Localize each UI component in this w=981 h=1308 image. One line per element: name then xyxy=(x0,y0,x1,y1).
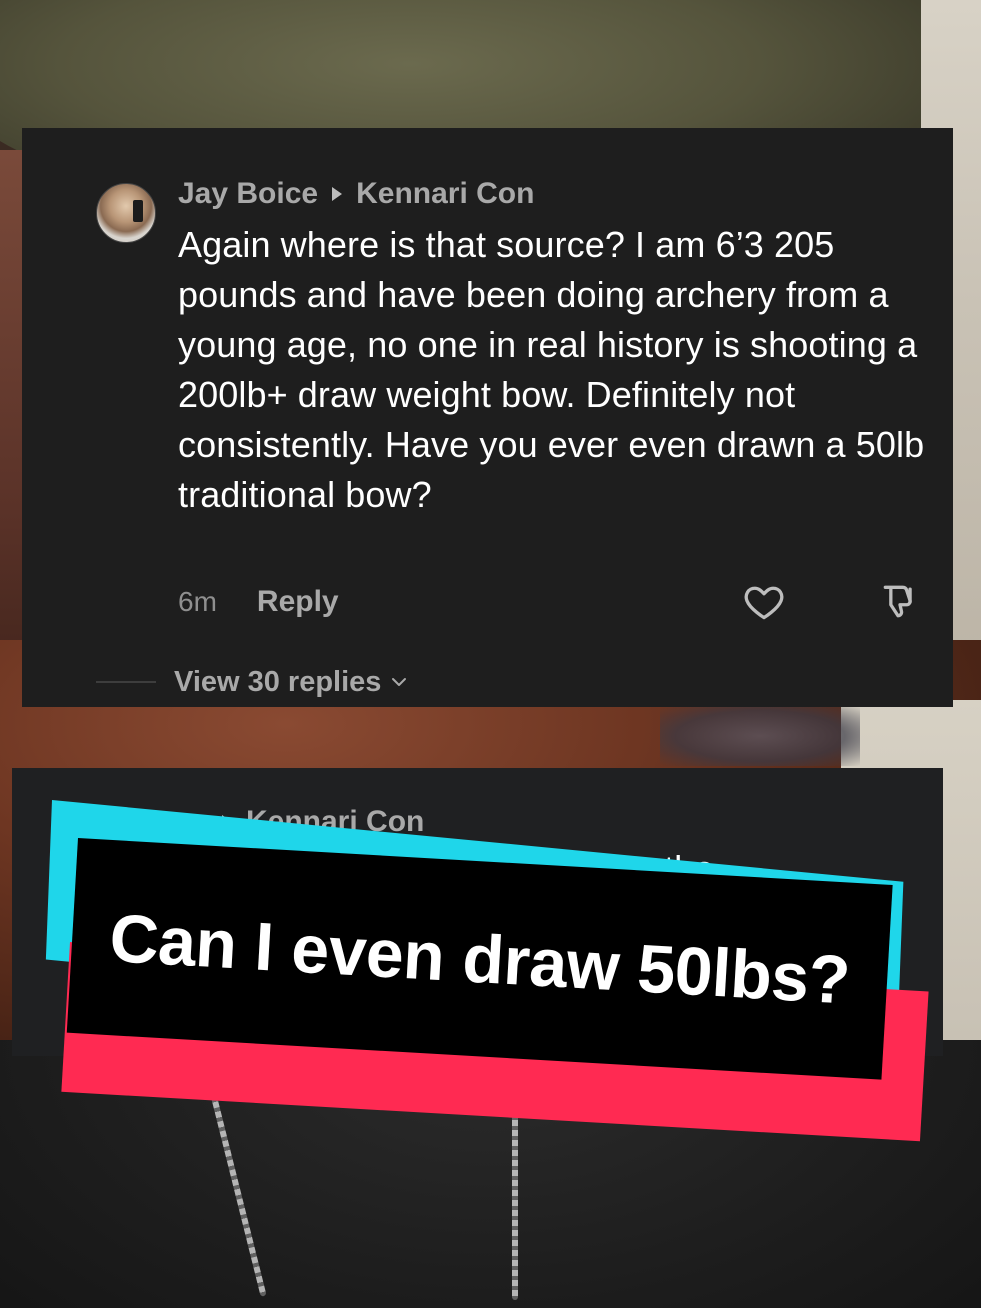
comment-card-secondary: Kennari Con nger on the View xyxy=(12,768,943,1059)
reply-target-name[interactable]: Kennari Con xyxy=(356,177,534,211)
necklace-chain xyxy=(512,1030,518,1300)
thumbs-down-outline-icon[interactable] xyxy=(878,580,922,624)
reply-target-name[interactable]: Kennari Con xyxy=(246,805,424,839)
heart-outline-icon[interactable] xyxy=(742,580,786,624)
reply-arrow-icon xyxy=(222,815,232,829)
view-replies-row[interactable]: View 30 replies xyxy=(96,662,411,702)
comment-age: 6m xyxy=(178,586,217,617)
comment-body-partial: nger on the xyxy=(532,848,715,889)
avatar[interactable] xyxy=(96,183,156,243)
chevron-down-icon xyxy=(392,678,407,686)
view-replies-partial[interactable]: View xyxy=(212,1026,276,1060)
comment-header: Kennari Con xyxy=(222,804,424,840)
comment-card: Jay Boice Kennari Con Again where is tha… xyxy=(22,128,953,707)
reply-button[interactable]: Reply xyxy=(257,585,339,619)
comment-meta: 6m Reply xyxy=(178,580,938,624)
divider xyxy=(96,681,156,683)
reply-arrow-icon xyxy=(332,187,343,201)
author-name[interactable]: Jay Boice xyxy=(178,177,318,211)
comment-header: Jay Boice Kennari Con xyxy=(178,176,534,212)
shirt-shape xyxy=(0,1040,981,1308)
comment-body: Again where is that source? I am 6’3 205… xyxy=(178,224,925,515)
view-replies-button[interactable]: View 30 replies xyxy=(174,666,381,699)
tattoo-shape xyxy=(660,706,860,766)
